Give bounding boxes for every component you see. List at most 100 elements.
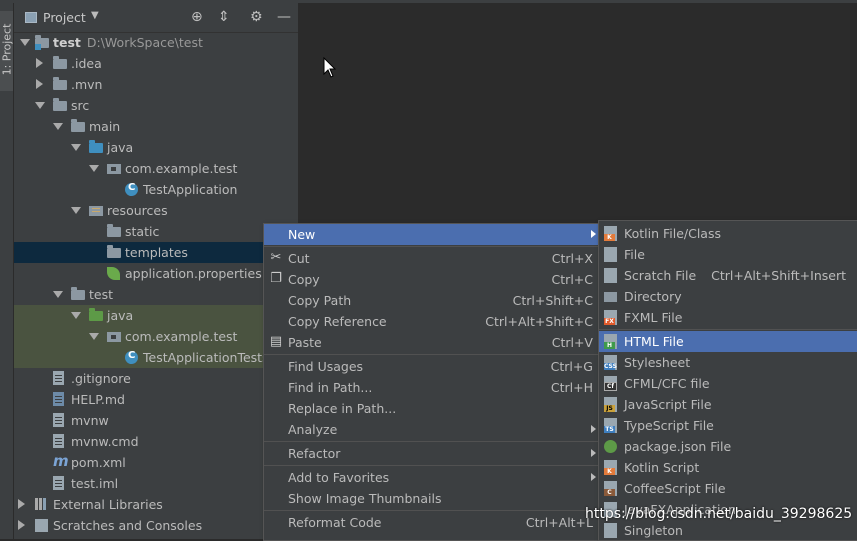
tree-row-label: TestApplication: [143, 182, 238, 197]
tree-row[interactable]: application.properties: [14, 263, 298, 284]
kotlin-file-icon: K: [604, 226, 617, 241]
watermark: https://blog.csdn.net/baidu_39298625: [585, 506, 853, 522]
menu-item-copy[interactable]: ❐ Copy Ctrl+C: [264, 269, 599, 290]
menu-item-new[interactable]: New: [264, 224, 599, 245]
tree-row[interactable]: mvnw.cmd: [14, 431, 298, 452]
tree-row[interactable]: TestApplicationTests: [14, 347, 298, 368]
tree-row[interactable]: java: [14, 305, 298, 326]
tree-row[interactable]: main: [14, 116, 298, 137]
folder-icon: [53, 56, 67, 69]
menu-item-shortcut: Ctrl+V: [551, 335, 593, 350]
paste-icon: ▤: [269, 334, 283, 349]
submenu-item-stylesheet[interactable]: CSS Stylesheet: [599, 352, 857, 373]
tree-row[interactable]: mvnw: [14, 410, 298, 431]
submenu-item-fxml-file[interactable]: FX FXML File: [599, 307, 857, 328]
expanded-arrow-icon[interactable]: [53, 291, 63, 298]
menu-item-copy-reference[interactable]: Copy Reference Ctrl+Alt+Shift+C: [264, 311, 599, 332]
project-tool-tab[interactable]: 1: Project: [0, 11, 14, 91]
tree-row[interactable]: HELP.md: [14, 389, 298, 410]
tree-row[interactable]: TestApplication: [14, 179, 298, 200]
tree-row-selected[interactable]: templates: [14, 242, 298, 263]
target-icon[interactable]: ⊕: [191, 9, 203, 25]
submenu-item-file[interactable]: File: [599, 244, 857, 265]
tree-row[interactable]: src: [14, 95, 298, 116]
submenu-item-singleton[interactable]: Singleton: [599, 520, 857, 541]
new-submenu: K Kotlin File/Class File Scratch File Ct…: [598, 220, 857, 541]
tree-row-label: com.example.test: [125, 161, 238, 176]
submenu-item-label: Kotlin Script: [624, 460, 700, 475]
collapsed-arrow-icon[interactable]: [18, 499, 25, 509]
tree-row[interactable]: test: [14, 284, 298, 305]
tool-window-strip: 1: Project: [0, 3, 14, 539]
tree-row[interactable]: resources: [14, 200, 298, 221]
tree-row[interactable]: test D:\WorkSpace\test: [14, 32, 298, 53]
menu-item-copy-path[interactable]: Copy Path Ctrl+Shift+C: [264, 290, 599, 311]
submenu-item-directory[interactable]: Directory: [599, 286, 857, 307]
collapsed-arrow-icon[interactable]: [36, 79, 43, 89]
dropdown-arrow-icon[interactable]: ▼: [91, 10, 99, 21]
package-icon: [107, 164, 121, 174]
menu-item-add-to-favorites[interactable]: Add to Favorites: [264, 467, 599, 488]
tree-row[interactable]: .gitignore: [14, 368, 298, 389]
cfml-file-icon: Cf: [604, 376, 617, 391]
expanded-arrow-icon[interactable]: [35, 102, 45, 109]
menu-item-analyze[interactable]: Analyze: [264, 419, 599, 440]
tree-row-label: main: [89, 119, 121, 134]
tree-row-label: mvnw.cmd: [71, 434, 139, 449]
tree-row[interactable]: test.iml: [14, 473, 298, 494]
tree-row-label: test: [89, 287, 114, 302]
submenu-item-package-json[interactable]: package.json File: [599, 436, 857, 457]
menu-item-paste[interactable]: ▤ Paste Ctrl+V: [264, 332, 599, 353]
tree-row[interactable]: java: [14, 137, 298, 158]
menu-item-find-usages[interactable]: Find Usages Ctrl+G: [264, 356, 599, 377]
submenu-item-cfml-file[interactable]: Cf CFML/CFC file: [599, 373, 857, 394]
tree-row[interactable]: External Libraries: [14, 494, 298, 515]
submenu-item-kotlin-script[interactable]: K Kotlin Script: [599, 457, 857, 478]
menu-item-label: Copy: [288, 272, 320, 287]
html-file-icon: H: [604, 334, 617, 349]
expanded-arrow-icon[interactable]: [71, 312, 81, 319]
collapse-icon[interactable]: ⇕: [218, 9, 230, 25]
folder-icon: [71, 119, 85, 132]
menu-item-cut[interactable]: ✂ Cut Ctrl+X: [264, 248, 599, 269]
submenu-item-kotlin-file[interactable]: K Kotlin File/Class: [599, 223, 857, 244]
tree-row[interactable]: m pom.xml: [14, 452, 298, 473]
menu-item-replace-in-path[interactable]: Replace in Path...: [264, 398, 599, 419]
maven-icon: m: [53, 452, 69, 470]
tree-row[interactable]: com.example.test: [14, 158, 298, 179]
submenu-item-typescript-file[interactable]: TS TypeScript File: [599, 415, 857, 436]
submenu-item-coffeescript-file[interactable]: C CoffeeScript File: [599, 478, 857, 499]
menu-item-show-image-thumbnails[interactable]: Show Image Thumbnails: [264, 488, 599, 509]
panel-title[interactable]: Project: [43, 10, 86, 25]
gear-icon[interactable]: ⚙: [250, 9, 263, 25]
tree-row-label: .mvn: [71, 77, 103, 92]
menu-item-refactor[interactable]: Refactor: [264, 443, 599, 464]
expanded-arrow-icon[interactable]: [89, 165, 99, 172]
expanded-arrow-icon[interactable]: [53, 123, 63, 130]
menu-item-find-in-path[interactable]: Find in Path... Ctrl+H: [264, 377, 599, 398]
collapsed-arrow-icon[interactable]: [18, 520, 25, 530]
expanded-arrow-icon[interactable]: [89, 333, 99, 340]
expanded-arrow-icon[interactable]: [71, 207, 81, 214]
spring-class-icon: [125, 182, 138, 196]
tree-row[interactable]: .mvn: [14, 74, 298, 95]
minimize-icon[interactable]: —: [277, 9, 291, 25]
submenu-item-javascript-file[interactable]: JS JavaScript File: [599, 394, 857, 415]
tree-row[interactable]: static: [14, 221, 298, 242]
submenu-arrow-icon: [591, 449, 596, 457]
tree-row[interactable]: .idea: [14, 53, 298, 74]
scratch-file-icon: [604, 268, 617, 283]
submenu-item-html-file[interactable]: H HTML File: [599, 331, 857, 352]
tree-row[interactable]: Scratches and Consoles: [14, 515, 298, 536]
menu-item-reformat-code[interactable]: Reformat Code Ctrl+Alt+L: [264, 512, 599, 533]
menu-separator: [599, 329, 857, 330]
expanded-arrow-icon[interactable]: [71, 144, 81, 151]
panel-header: Project ▼ ⊕ ⇕ ⚙ —: [14, 3, 298, 33]
module-folder-icon: [35, 35, 49, 50]
submenu-item-scratch-file[interactable]: Scratch File Ctrl+Alt+Shift+Insert: [599, 265, 857, 286]
tree-row[interactable]: com.example.test: [14, 326, 298, 347]
expanded-arrow-icon[interactable]: [20, 39, 30, 46]
menu-item-label: Reformat Code: [288, 515, 382, 530]
menu-item-shortcut: Ctrl+Shift+C: [512, 293, 593, 308]
collapsed-arrow-icon[interactable]: [36, 58, 43, 68]
